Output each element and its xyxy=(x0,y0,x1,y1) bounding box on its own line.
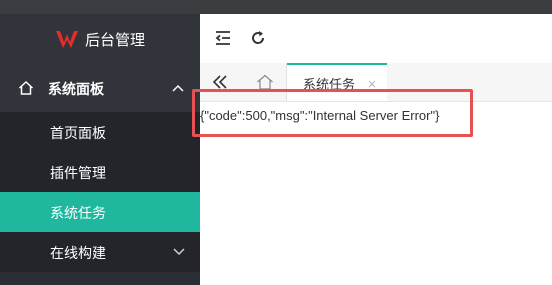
collapse-menu-icon[interactable] xyxy=(214,29,232,47)
home-icon xyxy=(257,74,273,90)
window-frame-top xyxy=(0,0,552,14)
tab-bar: 系统任务 × xyxy=(200,63,552,102)
sidebar-item-label: 插件管理 xyxy=(50,166,106,182)
sidebar-item-label: 首页面板 xyxy=(50,126,106,142)
tab-system-tasks[interactable]: 系统任务 × xyxy=(287,63,387,101)
sidebar-group-system-panel[interactable]: 系统面板 xyxy=(0,64,200,112)
sidebar: 后台管理 系统面板 首页面板 插件管理 系统任务 在线构建 xyxy=(0,14,200,285)
top-header xyxy=(200,14,552,64)
sidebar-group-label: 系统面板 xyxy=(48,82,104,98)
double-chevron-left-icon[interactable] xyxy=(212,74,228,90)
sidebar-item-system-tasks[interactable]: 系统任务 xyxy=(0,192,200,232)
close-icon[interactable]: × xyxy=(367,77,377,91)
sidebar-item-label: 系统任务 xyxy=(50,206,106,222)
chevron-up-icon xyxy=(171,82,185,94)
tab-label: 系统任务 xyxy=(303,78,356,93)
sidebar-item-online-build[interactable]: 在线构建 xyxy=(0,232,200,272)
brand-title: 后台管理 xyxy=(84,30,145,49)
sidebar-item-home-panel[interactable]: 首页面板 xyxy=(0,112,200,152)
tab-home[interactable] xyxy=(250,63,287,101)
chevron-down-icon xyxy=(172,246,186,258)
sidebar-item-label: 在线构建 xyxy=(50,246,106,262)
brand: 后台管理 xyxy=(0,14,200,64)
content-area: {"code":500,"msg":"Internal Server Error… xyxy=(200,102,552,285)
refresh-icon[interactable] xyxy=(249,29,267,47)
sidebar-item-plugin-management[interactable]: 插件管理 xyxy=(0,152,200,192)
home-icon xyxy=(18,80,34,96)
error-response-text: {"code":500,"msg":"Internal Server Error… xyxy=(200,108,440,123)
w-logo-icon xyxy=(55,28,79,50)
